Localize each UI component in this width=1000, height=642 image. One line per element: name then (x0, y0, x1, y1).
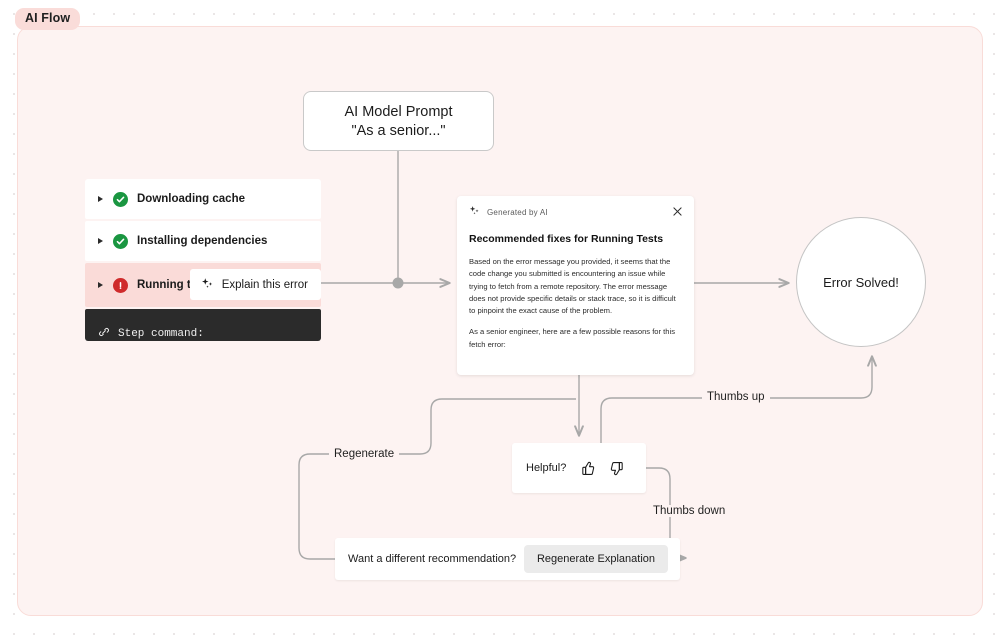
thumbs-down-icon[interactable] (609, 460, 626, 477)
error-circle-icon (113, 277, 128, 293)
terminal-step-command[interactable]: Step command: (85, 309, 321, 341)
thumbs-up-icon[interactable] (579, 460, 596, 477)
sparkle-icon (201, 277, 214, 293)
ai-panel-body: Based on the error message you provided,… (469, 256, 682, 351)
node-build-steps[interactable]: Downloading cache Installing dependencie… (85, 179, 321, 341)
ai-panel-title: Recommended fixes for Running Tests (469, 233, 682, 245)
ai-panel-title-prefix: Recommended fixes for (469, 233, 591, 245)
edge-label-regenerate: Regenerate (329, 448, 400, 460)
ai-panel-paragraph: Based on the error message you provided,… (469, 257, 676, 316)
step-row-running-tests[interactable]: Running tests Explain this error (85, 263, 321, 307)
helpful-label: Helpful? (526, 462, 567, 474)
step-label: Downloading cache (137, 193, 245, 205)
regenerate-explanation-button[interactable]: Regenerate Explanation (523, 545, 668, 573)
error-solved-label: Error Solved! (823, 274, 899, 290)
node-ai-model-prompt[interactable]: AI Model Prompt "As a senior..." (303, 91, 494, 151)
group-badge-ai-flow[interactable]: AI Flow (15, 8, 81, 30)
node-ai-recommendation-panel[interactable]: Generated by AI Recommended fixes for Ru… (457, 196, 694, 375)
ai-panel-header: Generated by AI (469, 205, 682, 219)
check-circle-icon (113, 233, 128, 249)
explain-this-error-label: Explain this error (221, 278, 308, 291)
sparkle-icon (469, 203, 480, 221)
chevron-right-icon[interactable] (98, 196, 103, 202)
ai-panel-title-subject: Running Tests (590, 233, 664, 245)
prompt-title: AI Model Prompt (344, 103, 453, 120)
flow-canvas[interactable]: AI Flow AI Model Prompt "As a senior..."… (0, 0, 1000, 642)
generated-by-ai-label: Generated by AI (487, 207, 548, 217)
link-icon (98, 325, 110, 341)
node-regenerate-recommendation[interactable]: Want a different recommendation? Regener… (335, 538, 680, 580)
step-row-installing-dependencies[interactable]: Installing dependencies (85, 221, 321, 261)
edge-label-thumbs-down: Thumbs down (648, 505, 731, 517)
edge-label-thumbs-up: Thumbs up (702, 391, 770, 403)
regenerate-prompt-label: Want a different recommendation? (348, 553, 517, 565)
node-helpful-feedback[interactable]: Helpful? (512, 443, 646, 493)
step-row-downloading-cache[interactable]: Downloading cache (85, 179, 321, 219)
node-error-solved[interactable]: Error Solved! (796, 217, 926, 347)
chevron-right-icon[interactable] (98, 238, 103, 244)
step-label: Installing dependencies (137, 235, 268, 247)
prompt-subtitle: "As a senior..." (351, 122, 446, 139)
ai-panel-paragraph: As a senior engineer, here are a few pos… (469, 327, 675, 349)
explain-this-error-button[interactable]: Explain this error (189, 269, 321, 300)
terminal-label: Step command: (118, 328, 204, 340)
check-circle-icon (113, 191, 128, 207)
close-icon[interactable] (673, 206, 682, 218)
chevron-right-icon[interactable] (98, 282, 103, 288)
